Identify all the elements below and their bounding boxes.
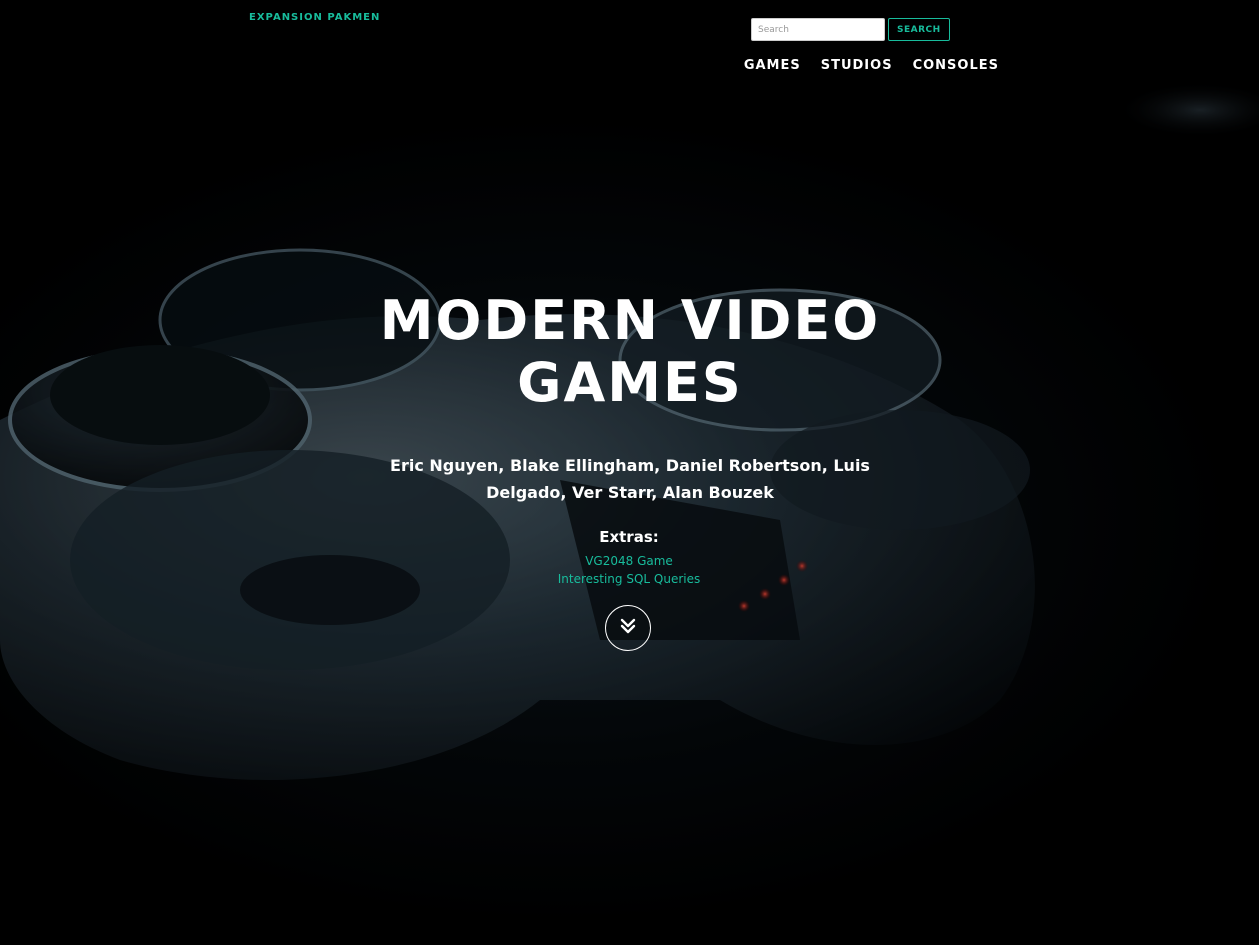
- brand-link[interactable]: EXPANSION PAKMEN: [249, 12, 380, 23]
- nav-item-consoles[interactable]: CONSOLES: [913, 58, 999, 73]
- scroll-down-button[interactable]: [605, 605, 651, 651]
- nav-item-studios[interactable]: STUDIOS: [821, 58, 893, 73]
- extras-link-vg2048[interactable]: VG2048 Game: [479, 554, 779, 568]
- search-input[interactable]: [751, 18, 885, 41]
- double-chevron-down-icon: [619, 617, 637, 639]
- main-nav: GAMES STUDIOS CONSOLES: [744, 58, 999, 73]
- extras-label: Extras:: [599, 528, 659, 546]
- nav-item-games[interactable]: GAMES: [744, 58, 801, 73]
- hero-authors: Eric Nguyen, Blake Ellingham, Daniel Rob…: [390, 456, 870, 502]
- search-form: SEARCH: [751, 18, 950, 41]
- hero-title: MODERN VIDEO GAMES: [379, 289, 881, 414]
- search-button[interactable]: SEARCH: [888, 18, 950, 41]
- extras-link-sql-queries[interactable]: Interesting SQL Queries: [479, 572, 779, 586]
